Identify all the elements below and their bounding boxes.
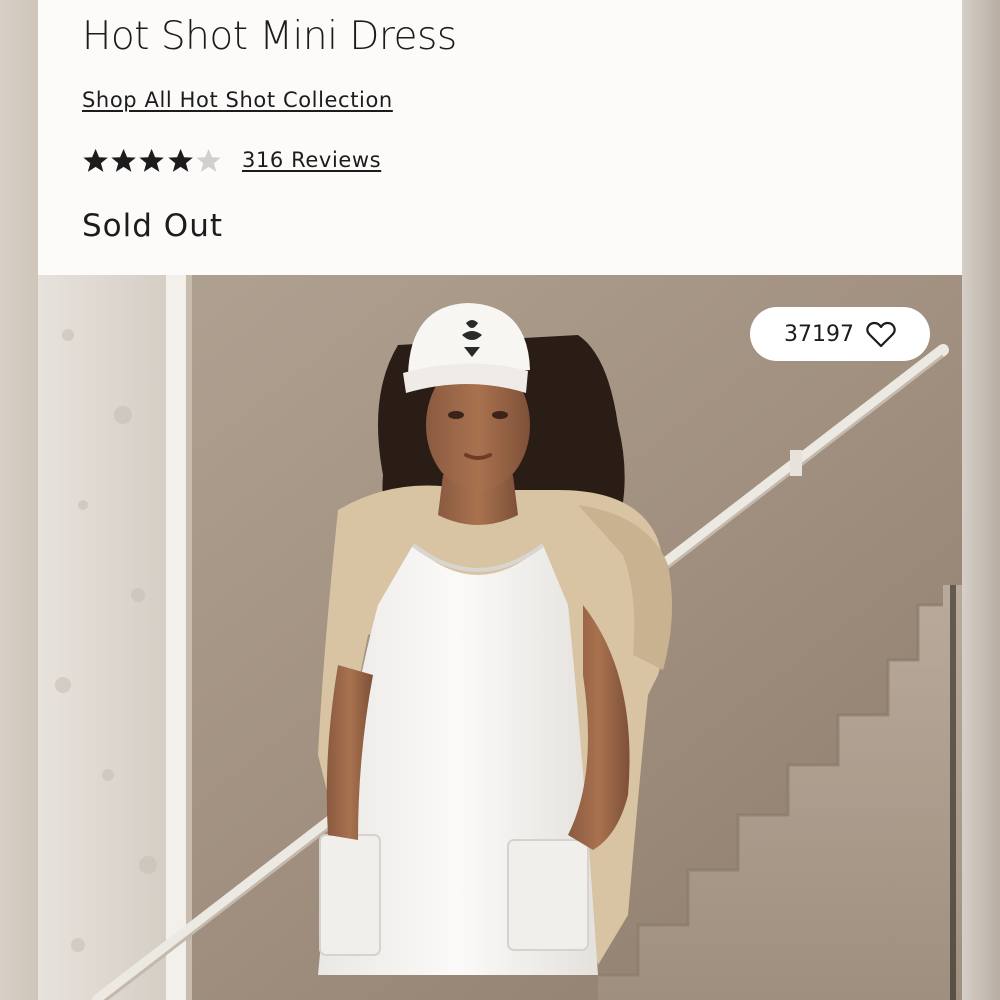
likes-count: 37197 <box>784 321 854 347</box>
star-filled-icon <box>139 148 165 172</box>
reviews-link[interactable]: 316 Reviews <box>242 148 381 172</box>
star-filled-icon <box>111 148 137 172</box>
product-title: Hot Shot Mini Dress <box>82 14 457 59</box>
product-image[interactable]: 37197 <box>38 275 962 1000</box>
star-filled-icon <box>83 148 108 172</box>
likes-button[interactable]: 37197 <box>750 307 930 361</box>
product-info-panel: Hot Shot Mini Dress Shop All Hot Shot Co… <box>38 0 962 275</box>
product-photo-illustration <box>38 275 962 1000</box>
product-screen: Hot Shot Mini Dress Shop All Hot Shot Co… <box>0 0 1000 1000</box>
heart-icon <box>866 321 896 348</box>
collection-link[interactable]: Shop All Hot Shot Collection <box>82 88 393 112</box>
star-filled-icon <box>167 148 193 172</box>
product-rating: 316 Reviews <box>82 142 381 178</box>
star-empty-icon <box>196 148 221 172</box>
availability-status: Sold Out <box>82 208 223 244</box>
rating-stars[interactable] <box>82 147 222 174</box>
